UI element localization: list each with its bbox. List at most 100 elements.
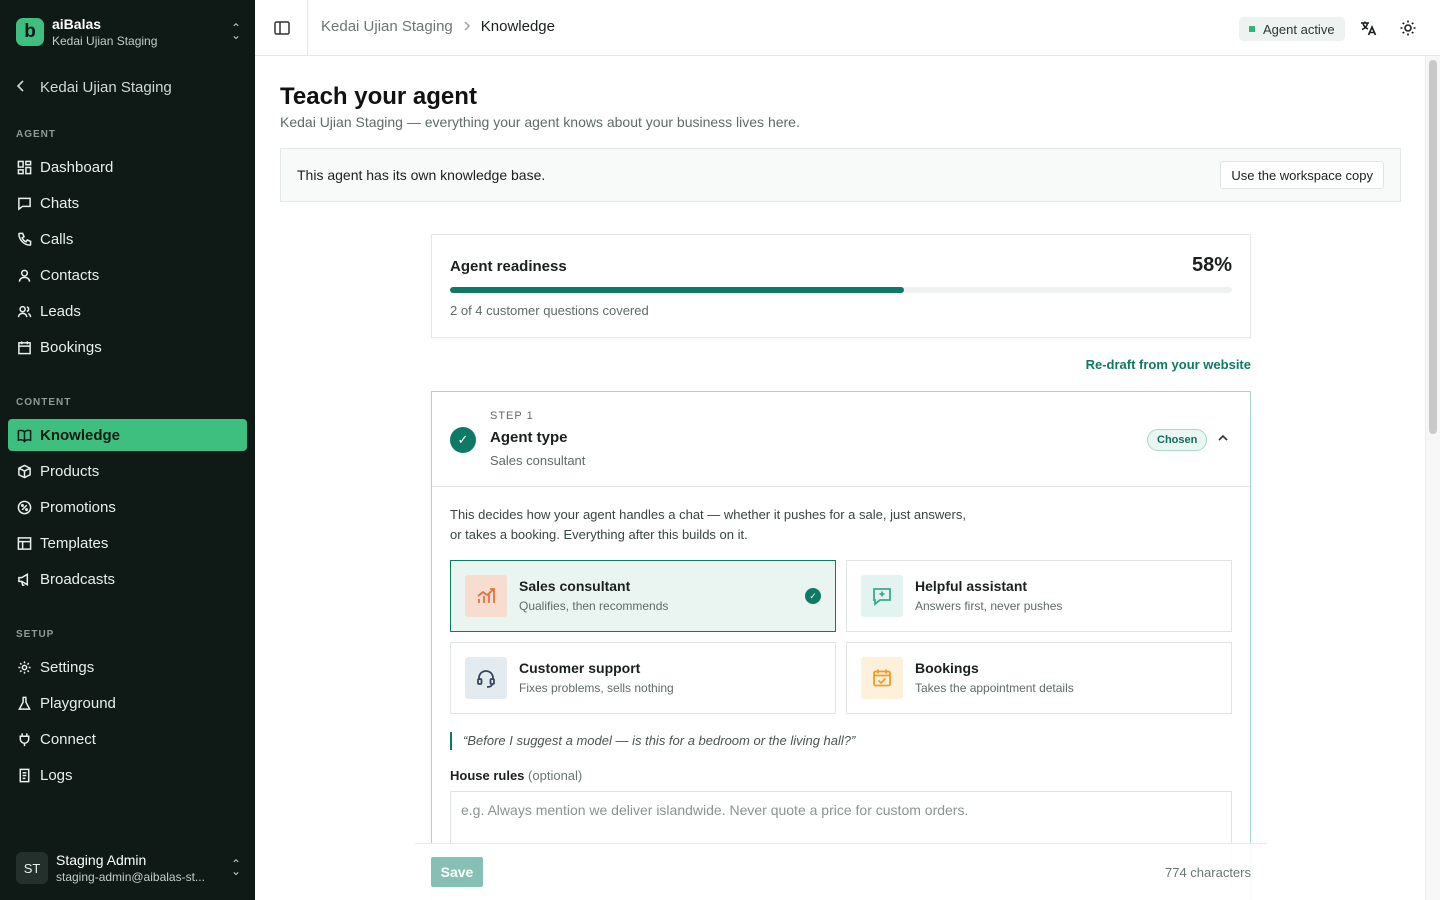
save-bar: Save 774 characters: [415, 843, 1267, 900]
optional-label: (optional): [528, 768, 583, 783]
app-name: aiBalas: [52, 15, 102, 32]
kb-banner-text: This agent has its own knowledge base.: [297, 167, 546, 183]
page-subtitle: Kedai Ujian Staging — everything your ag…: [280, 114, 800, 130]
step-subtitle: Sales consultant: [490, 453, 586, 468]
sidebar-item-chats[interactable]: Chats: [8, 187, 247, 219]
sidebar-item-logs[interactable]: Logs: [8, 759, 247, 791]
sidebar-toggle-icon[interactable]: [273, 19, 291, 37]
sidebar-item-leads[interactable]: Leads: [8, 295, 247, 327]
translate-icon[interactable]: [1359, 19, 1377, 37]
sidebar-item-products[interactable]: Products: [8, 455, 247, 487]
back-link[interactable]: Kedai Ujian Staging: [16, 76, 172, 98]
example-quote: “Before I suggest a model — is this for …: [450, 732, 855, 750]
headset-icon: [465, 657, 507, 699]
readiness-label: Agent readiness: [450, 258, 567, 275]
step-card: ✓ STEP 1 Agent type Sales consultant Cho…: [431, 391, 1251, 900]
sidebar-item-label: Playground: [40, 694, 116, 712]
use-workspace-copy-button[interactable]: Use the workspace copy: [1220, 161, 1384, 189]
sidebar: b aiBalas Kedai Ujian Staging ⌃ ⌄ Kedai U…: [0, 0, 255, 900]
chevron-right-icon: [463, 19, 471, 34]
sidebar-item-settings[interactable]: Settings: [8, 651, 247, 683]
section-label-content: CONTENT: [16, 397, 72, 408]
topbar: Kedai Ujian Staging Knowledge Agent acti…: [255, 0, 1440, 56]
avatar: ST: [16, 852, 48, 884]
sidebar-item-knowledge[interactable]: Knowledge: [8, 419, 247, 451]
calendar-icon: [16, 339, 32, 355]
chart-up-icon: [465, 575, 507, 617]
flask-icon: [16, 695, 32, 711]
chosen-badge: Chosen: [1147, 429, 1208, 451]
sidebar-item-label: Leads: [40, 302, 81, 320]
users-icon: [16, 303, 32, 319]
save-button[interactable]: Save: [431, 857, 483, 887]
chevron-left-icon: [16, 79, 32, 95]
status-label: Agent active: [1263, 21, 1335, 37]
chevrons-updown-icon: ⌃ ⌄: [230, 21, 242, 42]
box-icon: [16, 463, 32, 479]
user-name: Staging Admin: [56, 852, 147, 868]
option-title: Bookings: [915, 660, 979, 676]
sidebar-item-label: Calls: [40, 230, 74, 248]
sidebar-item-label: Knowledge: [40, 426, 121, 444]
user-email: staging-admin@aibalas-st...: [56, 870, 205, 884]
sidebar-item-dashboard[interactable]: Dashboard: [8, 151, 247, 183]
sun-icon[interactable]: [1399, 19, 1417, 37]
logs-icon: [16, 767, 32, 783]
sidebar-item-broadcasts[interactable]: Broadcasts: [8, 563, 247, 595]
workspace-switcher[interactable]: b aiBalas Kedai Ujian Staging ⌃ ⌄: [16, 14, 244, 50]
sidebar-item-connect[interactable]: Connect: [8, 723, 247, 755]
status-badge[interactable]: Agent active: [1239, 17, 1345, 41]
breadcrumb-current: Knowledge: [480, 18, 555, 35]
readiness-progress-bar: [450, 287, 1232, 293]
option-subtitle: Answers first, never pushes: [915, 599, 1063, 613]
dashboard-icon: [16, 159, 32, 175]
megaphone-icon: [16, 571, 32, 587]
sidebar-item-templates[interactable]: Templates: [8, 527, 247, 559]
option-bookings[interactable]: Bookings Takes the appointment details: [846, 642, 1232, 714]
option-sales-consultant[interactable]: Sales consultant Qualifies, then recomme…: [450, 560, 836, 632]
readiness-percent: 58%: [1191, 254, 1232, 276]
sidebar-item-label: Logs: [40, 766, 73, 784]
sidebar-item-label: Contacts: [40, 266, 100, 284]
step-header[interactable]: ✓ STEP 1 Agent type Sales consultant Cho…: [432, 392, 1250, 487]
readiness-progress-fill: [450, 287, 904, 293]
sidebar-item-label: Promotions: [40, 498, 116, 516]
percent-icon: [16, 499, 32, 515]
option-helpful-assistant[interactable]: Helpful assistant Answers first, never p…: [846, 560, 1232, 632]
scrollbar-thumb[interactable]: [1429, 60, 1437, 434]
sidebar-item-label: Settings: [40, 658, 95, 676]
main-content: Teach your agent Kedai Ujian Staging — e…: [255, 56, 1425, 900]
chat-icon: [16, 195, 32, 211]
breadcrumb: Kedai Ujian Staging Knowledge: [321, 18, 555, 35]
sidebar-item-playground[interactable]: Playground: [8, 687, 247, 719]
sidebar-item-promotions[interactable]: Promotions: [8, 491, 247, 523]
readiness-note: 2 of 4 customer questions covered: [450, 303, 649, 318]
option-customer-support[interactable]: Customer support Fixes problems, sells n…: [450, 642, 836, 714]
sidebar-item-bookings[interactable]: Bookings: [8, 331, 247, 363]
check-icon: ✓: [450, 427, 476, 453]
sidebar-item-label: Broadcasts: [40, 570, 116, 588]
sidebar-item-label: Bookings: [40, 338, 102, 356]
workspace-name: Kedai Ujian Staging: [52, 33, 158, 48]
plug-icon: [16, 731, 32, 747]
option-subtitle: Takes the appointment details: [915, 681, 1074, 695]
user-menu[interactable]: ST Staging Admin staging-admin@aibalas-s…: [16, 848, 244, 888]
step-description: This decides how your agent handles a ch…: [450, 507, 966, 542]
page-title: Teach your agent: [280, 83, 477, 110]
chevron-up-icon[interactable]: [1216, 431, 1232, 447]
scrollbar[interactable]: [1425, 56, 1440, 900]
status-dot-icon: [1249, 26, 1255, 32]
sidebar-item-contacts[interactable]: Contacts: [8, 259, 247, 291]
redraft-link[interactable]: Re-draft from your website: [1031, 357, 1251, 372]
house-rules-label-text: House rules: [450, 768, 525, 783]
readiness-card: Agent readiness 58% 2 of 4 customer ques…: [431, 234, 1251, 338]
topbar-divider: [307, 0, 308, 56]
contact-icon: [16, 267, 32, 283]
gear-icon: [16, 659, 32, 675]
breadcrumb-workspace[interactable]: Kedai Ujian Staging: [321, 18, 453, 35]
option-title: Sales consultant: [519, 578, 631, 594]
sidebar-item-label: Chats: [40, 194, 80, 212]
sidebar-item-calls[interactable]: Calls: [8, 223, 247, 255]
option-subtitle: Fixes problems, sells nothing: [519, 681, 674, 695]
house-rules-label: House rules (optional): [450, 768, 582, 783]
